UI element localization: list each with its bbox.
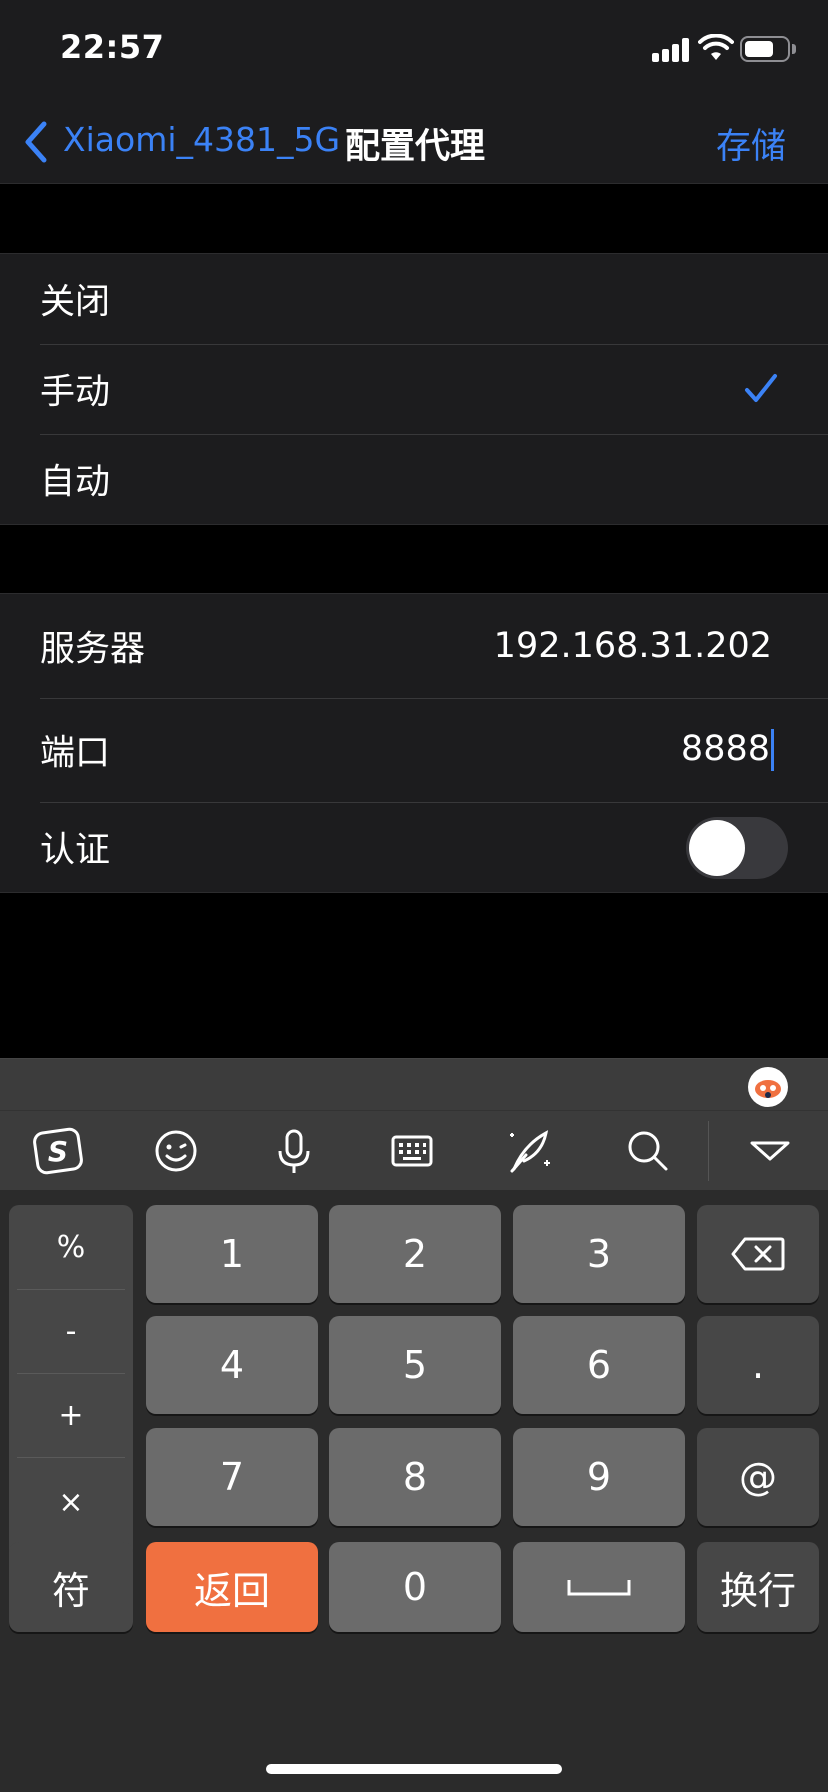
- enter-key[interactable]: 换行: [697, 1542, 819, 1632]
- proxy-mode-label: 关闭: [40, 282, 111, 323]
- key-2[interactable]: 2: [329, 1205, 501, 1303]
- key-1[interactable]: 1: [146, 1205, 318, 1303]
- keyboard-toolbar: S: [0, 1110, 828, 1190]
- proxy-mode-auto[interactable]: 自动: [0, 434, 828, 524]
- key-at[interactable]: @: [697, 1428, 819, 1526]
- back-chevron-icon[interactable]: [22, 120, 50, 164]
- keyboard-candidate-bar: [0, 1058, 828, 1110]
- server-label: 服务器: [40, 629, 146, 670]
- handwriting-icon[interactable]: [504, 1125, 556, 1177]
- auth-toggle[interactable]: [686, 817, 788, 879]
- status-time: 22:57: [60, 28, 165, 66]
- key-8[interactable]: 8: [329, 1428, 501, 1526]
- proxy-mode-group: 关闭 手动 自动: [0, 253, 828, 525]
- back-button[interactable]: Xiaomi_4381_5G: [63, 120, 340, 159]
- page-title: 配置代理: [345, 127, 486, 167]
- search-icon[interactable]: [622, 1125, 674, 1177]
- sogou-logo-icon[interactable]: S: [32, 1125, 84, 1177]
- save-button[interactable]: 存储: [716, 118, 786, 169]
- status-bar: 22:57: [0, 0, 828, 100]
- microphone-icon[interactable]: [268, 1125, 320, 1177]
- collapse-keyboard-icon[interactable]: [744, 1125, 796, 1177]
- proxy-mode-off[interactable]: 关闭: [0, 254, 828, 344]
- key-4[interactable]: 4: [146, 1316, 318, 1414]
- backspace-key[interactable]: [697, 1205, 819, 1303]
- key-3[interactable]: 3: [513, 1205, 685, 1303]
- key-minus[interactable]: -: [9, 1289, 133, 1373]
- proxy-mode-manual[interactable]: 手动: [0, 344, 828, 434]
- backspace-icon: [731, 1237, 785, 1271]
- key-5[interactable]: 5: [329, 1316, 501, 1414]
- key-6[interactable]: 6: [513, 1316, 685, 1414]
- mascot-icon[interactable]: [748, 1067, 788, 1107]
- key-multiply[interactable]: ×: [9, 1457, 133, 1547]
- svg-text:S: S: [48, 1135, 68, 1168]
- port-value: 8888: [680, 729, 770, 769]
- auth-label: 认证: [40, 830, 111, 871]
- key-plus[interactable]: +: [9, 1373, 133, 1457]
- key-symbols[interactable]: 符: [9, 1542, 133, 1632]
- emoji-icon[interactable]: [150, 1125, 202, 1177]
- symbol-column: % - + ×: [9, 1205, 133, 1587]
- home-indicator[interactable]: [266, 1764, 562, 1774]
- keyboard-icon[interactable]: [386, 1125, 438, 1177]
- toggle-knob: [689, 820, 745, 876]
- wifi-icon: [698, 34, 734, 60]
- battery-icon: [740, 36, 790, 62]
- port-label: 端口: [40, 733, 111, 774]
- keyboard: S % - + × 1 2 3 4 5 6 . 7 8 9 @ 符 返回 0 换…: [0, 1058, 828, 1792]
- key-0[interactable]: 0: [329, 1542, 501, 1632]
- proxy-settings-group: 服务器 192.168.31.202 端口 8888 认证: [0, 593, 828, 893]
- port-input[interactable]: 8888: [681, 729, 774, 771]
- auth-row: 认证: [0, 802, 828, 892]
- server-row: 服务器 192.168.31.202: [0, 594, 828, 698]
- cellular-signal-icon: [652, 38, 690, 62]
- toolbar-divider: [708, 1121, 709, 1181]
- key-percent[interactable]: %: [9, 1205, 133, 1289]
- text-cursor: [771, 729, 774, 771]
- key-9[interactable]: 9: [513, 1428, 685, 1526]
- space-key[interactable]: [513, 1542, 685, 1632]
- server-input[interactable]: 192.168.31.202: [494, 626, 772, 666]
- return-key[interactable]: 返回: [146, 1542, 318, 1632]
- checkmark-icon: [745, 374, 777, 402]
- key-dot[interactable]: .: [697, 1316, 819, 1414]
- navigation-bar: Xiaomi_4381_5G 配置代理 存储: [0, 100, 828, 184]
- space-icon: [567, 1580, 631, 1596]
- proxy-mode-label: 手动: [40, 372, 111, 413]
- proxy-mode-label: 自动: [40, 462, 111, 503]
- port-row: 端口 8888: [0, 698, 828, 802]
- key-7[interactable]: 7: [146, 1428, 318, 1526]
